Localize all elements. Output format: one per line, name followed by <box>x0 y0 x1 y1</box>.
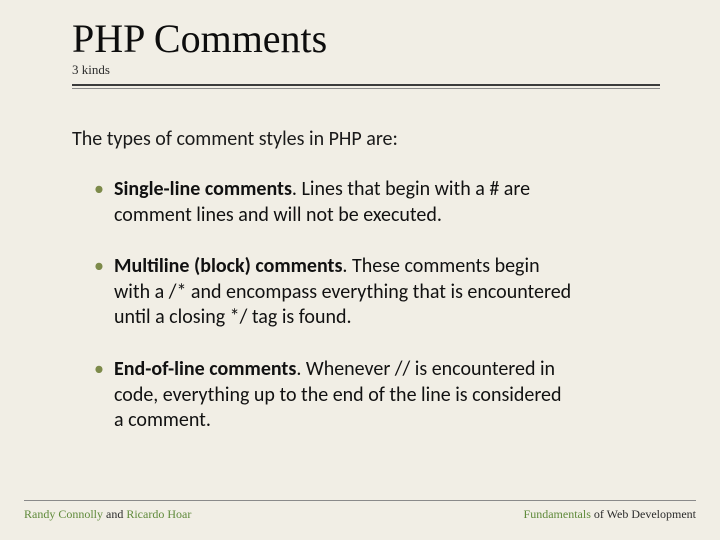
footer: Randy Connolly and Ricardo Hoar Fundamen… <box>24 500 696 522</box>
footer-right: Fundamentals of Web Development <box>524 507 696 522</box>
bullet-list: Single-line comments. Lines that begin w… <box>72 177 660 434</box>
slide-subtitle: 3 kinds <box>72 62 660 78</box>
list-item: Single-line comments. Lines that begin w… <box>94 177 574 228</box>
footer-left: Randy Connolly and Ricardo Hoar <box>24 507 191 522</box>
author-2: Ricardo Hoar <box>126 507 191 521</box>
footer-left-mid: and <box>103 507 126 521</box>
bullet-lead: Single-line comments <box>114 177 292 201</box>
slide: PHP Comments 3 kinds The types of commen… <box>0 0 720 540</box>
list-item: End-of-line comments. Whenever // is enc… <box>94 357 574 434</box>
bullet-lead: End-of-line comments <box>114 357 296 381</box>
footer-divider <box>24 500 696 501</box>
author-1: Randy Connolly <box>24 507 103 521</box>
book-title-lead: Fundamentals <box>524 507 591 521</box>
title-divider <box>72 84 660 89</box>
page-title: PHP Comments <box>72 18 660 60</box>
footer-row: Randy Connolly and Ricardo Hoar Fundamen… <box>24 507 696 522</box>
list-item: Multiline (block) comments. These commen… <box>94 254 574 331</box>
book-title-rest: of Web Development <box>591 507 696 521</box>
bullet-lead: Multiline (block) comments <box>114 254 342 278</box>
intro-text: The types of comment styles in PHP are: <box>72 127 660 151</box>
